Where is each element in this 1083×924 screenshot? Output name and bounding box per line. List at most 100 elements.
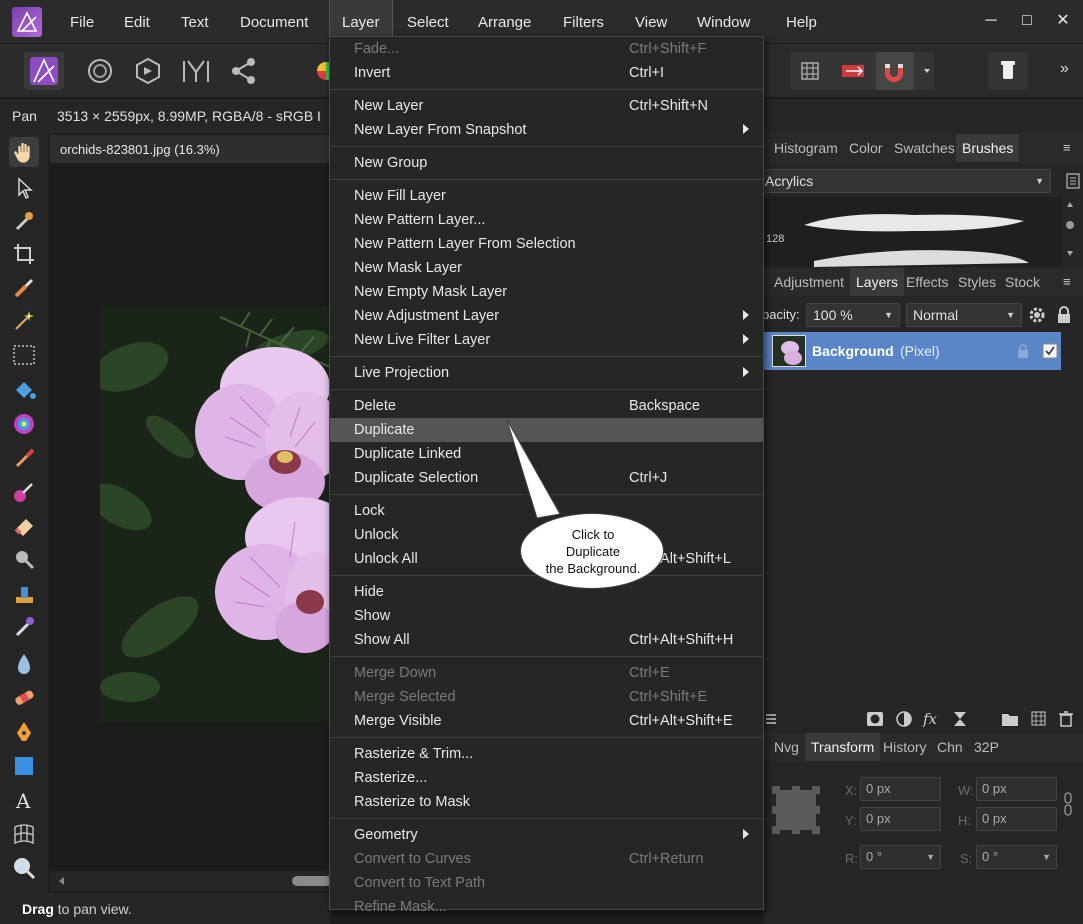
menu-item-new-live-filter-layer[interactable]: New Live Filter Layer bbox=[330, 328, 763, 352]
trash-toolbar-icon[interactable] bbox=[988, 52, 1028, 90]
flood-fill-tool-icon[interactable] bbox=[9, 375, 39, 405]
brush-preview-list[interactable]: 128 bbox=[764, 197, 1062, 267]
clone-tool-icon[interactable] bbox=[9, 579, 39, 609]
tab-channels[interactable]: Chn bbox=[931, 733, 969, 761]
minimize-button[interactable]: ─ bbox=[978, 8, 1004, 34]
brush-category-dropdown[interactable]: Acrylics ▼ bbox=[758, 169, 1051, 193]
menu-item-invert[interactable]: Invert Ctrl+I bbox=[330, 61, 763, 85]
link-proportions-icon[interactable] bbox=[1062, 791, 1074, 817]
tab-effects[interactable]: Effects bbox=[900, 268, 955, 296]
pen-tool-icon[interactable] bbox=[9, 717, 39, 747]
maximize-button[interactable]: □ bbox=[1014, 8, 1040, 34]
brush-list-scrollbar[interactable] bbox=[1064, 197, 1076, 267]
tab-stock[interactable]: Stock bbox=[999, 268, 1046, 296]
menu-item-label: Convert to Text Path bbox=[354, 875, 486, 891]
horizontal-scrollbar[interactable] bbox=[50, 871, 332, 891]
tone-mapping-persona-icon[interactable] bbox=[176, 52, 216, 90]
toolbar-overflow-icon[interactable]: » bbox=[1060, 60, 1069, 78]
blur-brush-tool-icon[interactable] bbox=[9, 649, 39, 679]
menu-item-rasterize-trim[interactable]: Rasterize & Trim... bbox=[330, 742, 763, 766]
color-picker-tool-icon[interactable] bbox=[9, 206, 39, 236]
tab-brushes[interactable]: Brushes bbox=[956, 134, 1020, 162]
marquee-tool-icon[interactable] bbox=[9, 340, 39, 370]
color-wheel-icon[interactable] bbox=[312, 52, 335, 90]
menu-file[interactable]: File bbox=[58, 0, 106, 44]
menu-item-merge-visible[interactable]: Merge Visible Ctrl+Alt+Shift+E bbox=[330, 709, 763, 733]
selection-brush-tool-icon[interactable] bbox=[9, 272, 39, 302]
lock-icon[interactable] bbox=[1054, 305, 1074, 325]
gear-icon[interactable] bbox=[1027, 305, 1047, 325]
paint-brush-tool-icon[interactable] bbox=[9, 443, 39, 473]
menu-item-rasterize[interactable]: Rasterize... bbox=[330, 766, 763, 790]
tab-layers[interactable]: Layers bbox=[850, 268, 905, 296]
menu-document[interactable]: Document bbox=[228, 0, 320, 44]
x-field[interactable]: 0 px bbox=[860, 777, 941, 801]
menu-help[interactable]: Help bbox=[774, 0, 829, 44]
menu-item-live-projection[interactable]: Live Projection bbox=[330, 361, 763, 385]
erase-tool-icon[interactable] bbox=[9, 511, 39, 541]
tab-swatches[interactable]: Swatches bbox=[888, 134, 961, 162]
menu-item-show-all[interactable]: Show All Ctrl+Alt+Shift+H bbox=[330, 628, 763, 652]
menu-item-new-mask-layer[interactable]: New Mask Layer bbox=[330, 256, 763, 280]
color-replacement-tool-icon[interactable] bbox=[9, 477, 39, 507]
layer-lock-icon[interactable] bbox=[1016, 343, 1030, 359]
menu-item-new-fill-layer[interactable]: New Fill Layer bbox=[330, 184, 763, 208]
text-tool-icon[interactable]: A bbox=[9, 785, 39, 815]
tab-styles[interactable]: Styles bbox=[952, 268, 1002, 296]
liquify-persona-icon[interactable] bbox=[80, 52, 120, 90]
list-view-icon[interactable] bbox=[1064, 172, 1082, 190]
anchor-point-icon[interactable] bbox=[772, 786, 820, 834]
flood-select-tool-icon[interactable] bbox=[9, 305, 39, 335]
pan-tool-icon[interactable] bbox=[9, 137, 39, 167]
menu-item-geometry[interactable]: Geometry bbox=[330, 823, 763, 847]
rotation-field[interactable]: 0 ° ▼ bbox=[860, 845, 941, 869]
tab-32p[interactable]: 32P bbox=[968, 733, 1005, 761]
panel-menu-icon[interactable]: ≡ bbox=[1063, 274, 1077, 289]
tab-history[interactable]: History bbox=[877, 733, 933, 761]
menu-item-new-empty-mask-layer[interactable]: New Empty Mask Layer bbox=[330, 280, 763, 304]
menu-text[interactable]: Text bbox=[169, 0, 221, 44]
menu-item-new-pattern-layer[interactable]: New Pattern Layer... bbox=[330, 208, 763, 232]
menu-item-new-layer[interactable]: New Layer Ctrl+Shift+N bbox=[330, 94, 763, 118]
rectangle-tool-icon[interactable] bbox=[9, 751, 39, 781]
shear-field[interactable]: 0 ° ▼ bbox=[976, 845, 1057, 869]
patch-tool-icon[interactable] bbox=[9, 683, 39, 713]
move-tool-icon[interactable] bbox=[9, 173, 39, 203]
w-field[interactable]: 0 px bbox=[976, 777, 1057, 801]
crop-tool-icon[interactable] bbox=[9, 239, 39, 269]
tab-adjustment[interactable]: Adjustment bbox=[768, 268, 850, 296]
tab-navigator[interactable]: Nvg bbox=[768, 733, 805, 761]
layer-visibility-checkbox[interactable] bbox=[1042, 343, 1058, 359]
opacity-dropdown[interactable]: 100 % ▼ bbox=[806, 303, 900, 327]
menu-item-show[interactable]: Show bbox=[330, 604, 763, 628]
scrollbar-thumb[interactable] bbox=[292, 876, 332, 886]
share-icon[interactable] bbox=[224, 52, 264, 90]
develop-persona-icon[interactable] bbox=[128, 52, 168, 90]
menu-item-new-adjustment-layer[interactable]: New Adjustment Layer bbox=[330, 304, 763, 328]
menu-item-hide[interactable]: Hide bbox=[330, 580, 763, 604]
mesh-warp-tool-icon[interactable] bbox=[9, 819, 39, 849]
blemish-removal-tool-icon[interactable] bbox=[9, 612, 39, 642]
photo-persona-icon[interactable] bbox=[24, 52, 64, 90]
menu-item-rasterize-to-mask[interactable]: Rasterize to Mask bbox=[330, 790, 763, 814]
y-field[interactable]: 0 px bbox=[860, 807, 941, 831]
tab-transform[interactable]: Transform bbox=[805, 733, 881, 761]
tab-histogram[interactable]: Histogram bbox=[768, 134, 844, 162]
panel-menu-icon[interactable]: ≡ bbox=[1063, 140, 1077, 155]
close-button[interactable]: ✕ bbox=[1050, 8, 1076, 34]
gradient-tool-icon[interactable] bbox=[9, 409, 39, 439]
brushes-panel-tabs: Histogram Color Swatches Brushes ≡ bbox=[764, 134, 1083, 162]
menu-item-new-pattern-layer-from-selection[interactable]: New Pattern Layer From Selection bbox=[330, 232, 763, 256]
document-tab[interactable]: orchids-823801.jpg (16.3%) bbox=[50, 135, 330, 163]
menu-item-new-group[interactable]: New Group bbox=[330, 151, 763, 175]
h-field[interactable]: 0 px bbox=[976, 807, 1057, 831]
layer-row-background[interactable]: Background (Pixel) bbox=[764, 332, 1061, 370]
menu-item-new-layer-from-snapshot[interactable]: New Layer From Snapshot bbox=[330, 118, 763, 142]
menu-item-delete[interactable]: Delete Backspace bbox=[330, 394, 763, 418]
menu-edit[interactable]: Edit bbox=[112, 0, 162, 44]
dodge-tool-icon[interactable] bbox=[9, 545, 39, 575]
canvas[interactable] bbox=[50, 163, 330, 871]
blend-mode-dropdown[interactable]: Normal ▼ bbox=[906, 303, 1022, 327]
zoom-tool-icon[interactable] bbox=[9, 853, 39, 883]
tab-color[interactable]: Color bbox=[843, 134, 888, 162]
